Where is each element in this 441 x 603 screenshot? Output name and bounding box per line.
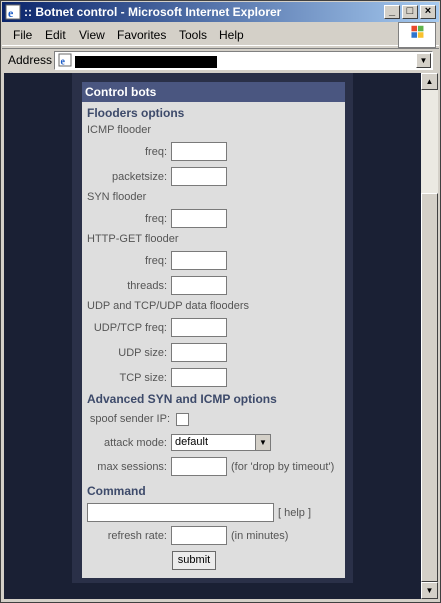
- page-viewport: Control bots Flooders options ICMP flood…: [4, 73, 421, 599]
- attack-mode-label: attack mode:: [104, 437, 167, 449]
- maximize-button[interactable]: □: [402, 5, 418, 19]
- udp-size-label: UDP size:: [118, 347, 167, 359]
- menu-help[interactable]: Help: [219, 28, 244, 42]
- syn-freq-input[interactable]: [171, 209, 227, 228]
- menu-favorites[interactable]: Favorites: [117, 28, 166, 42]
- advanced-options-title: Advanced SYN and ICMP options: [87, 392, 277, 406]
- submit-button[interactable]: submit: [172, 551, 216, 570]
- svg-text:e: e: [8, 6, 14, 20]
- attack-mode-select[interactable]: default ▼: [171, 434, 271, 451]
- address-input[interactable]: e ▼: [54, 51, 433, 70]
- http-get-flooder-label: HTTP-GET flooder: [87, 233, 179, 245]
- flooders-options-title: Flooders options: [87, 106, 185, 120]
- internet-explorer-icon: e: [5, 4, 21, 20]
- panel-header: Control bots: [82, 82, 345, 102]
- http-threads-input[interactable]: [171, 276, 227, 295]
- icmp-freq-input[interactable]: [171, 142, 227, 161]
- udp-flooders-label: UDP and TCP/UDP data flooders: [87, 300, 250, 312]
- max-sessions-note: (for 'drop by timeout'): [231, 461, 335, 473]
- menu-bar: File Edit View Favorites Tools Help: [2, 24, 439, 46]
- http-freq-input[interactable]: [171, 251, 227, 270]
- scroll-down-arrow-icon[interactable]: ▼: [421, 582, 438, 599]
- menu-edit[interactable]: Edit: [45, 28, 66, 42]
- icmp-freq-label: freq:: [144, 146, 167, 158]
- windows-logo-icon: [398, 22, 436, 48]
- tcp-size-input[interactable]: [171, 368, 227, 387]
- close-button[interactable]: ×: [420, 5, 436, 19]
- address-label: Address: [8, 53, 53, 67]
- menu-file[interactable]: File: [13, 28, 32, 42]
- panel-title: Control bots: [85, 85, 157, 99]
- udptcp-freq-label: UDP/TCP freq:: [93, 322, 167, 334]
- udptcp-freq-input[interactable]: [171, 318, 227, 337]
- title-bar: e :: Botnet control - Microsoft Internet…: [2, 2, 439, 22]
- http-threads-label: threads:: [127, 280, 167, 292]
- max-sessions-input[interactable]: [171, 457, 227, 476]
- refresh-rate-note: (in minutes): [231, 530, 289, 542]
- scroll-up-arrow-icon[interactable]: ▲: [421, 73, 438, 90]
- scrollbar-thumb[interactable]: [421, 193, 438, 582]
- window-title: :: Botnet control - Microsoft Internet E…: [24, 5, 282, 19]
- chevron-down-icon: ▼: [255, 435, 270, 450]
- max-sessions-label: max sessions:: [97, 461, 167, 473]
- browser-window: e :: Botnet control - Microsoft Internet…: [0, 0, 441, 603]
- icmp-packetsize-label: packetsize:: [111, 171, 167, 183]
- icmp-flooder-label: ICMP flooder: [87, 124, 151, 136]
- syn-flooder-label: SYN flooder: [87, 191, 147, 203]
- udp-size-input[interactable]: [171, 343, 227, 362]
- vertical-scrollbar[interactable]: ▲ ▼: [421, 73, 438, 599]
- http-freq-label: freq:: [144, 255, 167, 267]
- command-title: Command: [87, 484, 146, 498]
- command-input[interactable]: [87, 503, 274, 522]
- address-dropdown-button[interactable]: ▼: [416, 53, 431, 68]
- spoof-sender-ip-checkbox[interactable]: [176, 413, 189, 426]
- svg-text:e: e: [61, 57, 66, 68]
- redacted-url: [75, 56, 217, 68]
- syn-freq-label: freq:: [144, 213, 167, 225]
- icmp-packetsize-input[interactable]: [171, 167, 227, 186]
- refresh-rate-input[interactable]: [171, 526, 227, 545]
- control-panel: Control bots Flooders options ICMP flood…: [82, 82, 345, 578]
- spoof-sender-ip-label: spoof sender IP:: [89, 413, 170, 425]
- refresh-rate-label: refresh rate:: [107, 530, 167, 542]
- attack-mode-value: default: [175, 436, 209, 448]
- menu-view[interactable]: View: [79, 28, 105, 42]
- help-link[interactable]: [ help ]: [278, 507, 311, 519]
- page-icon: e: [58, 53, 72, 67]
- menu-tools[interactable]: Tools: [179, 28, 207, 42]
- minimize-button[interactable]: _: [384, 5, 400, 19]
- address-bar: Address e ▼: [2, 48, 439, 72]
- tcp-size-label: TCP size:: [119, 372, 167, 384]
